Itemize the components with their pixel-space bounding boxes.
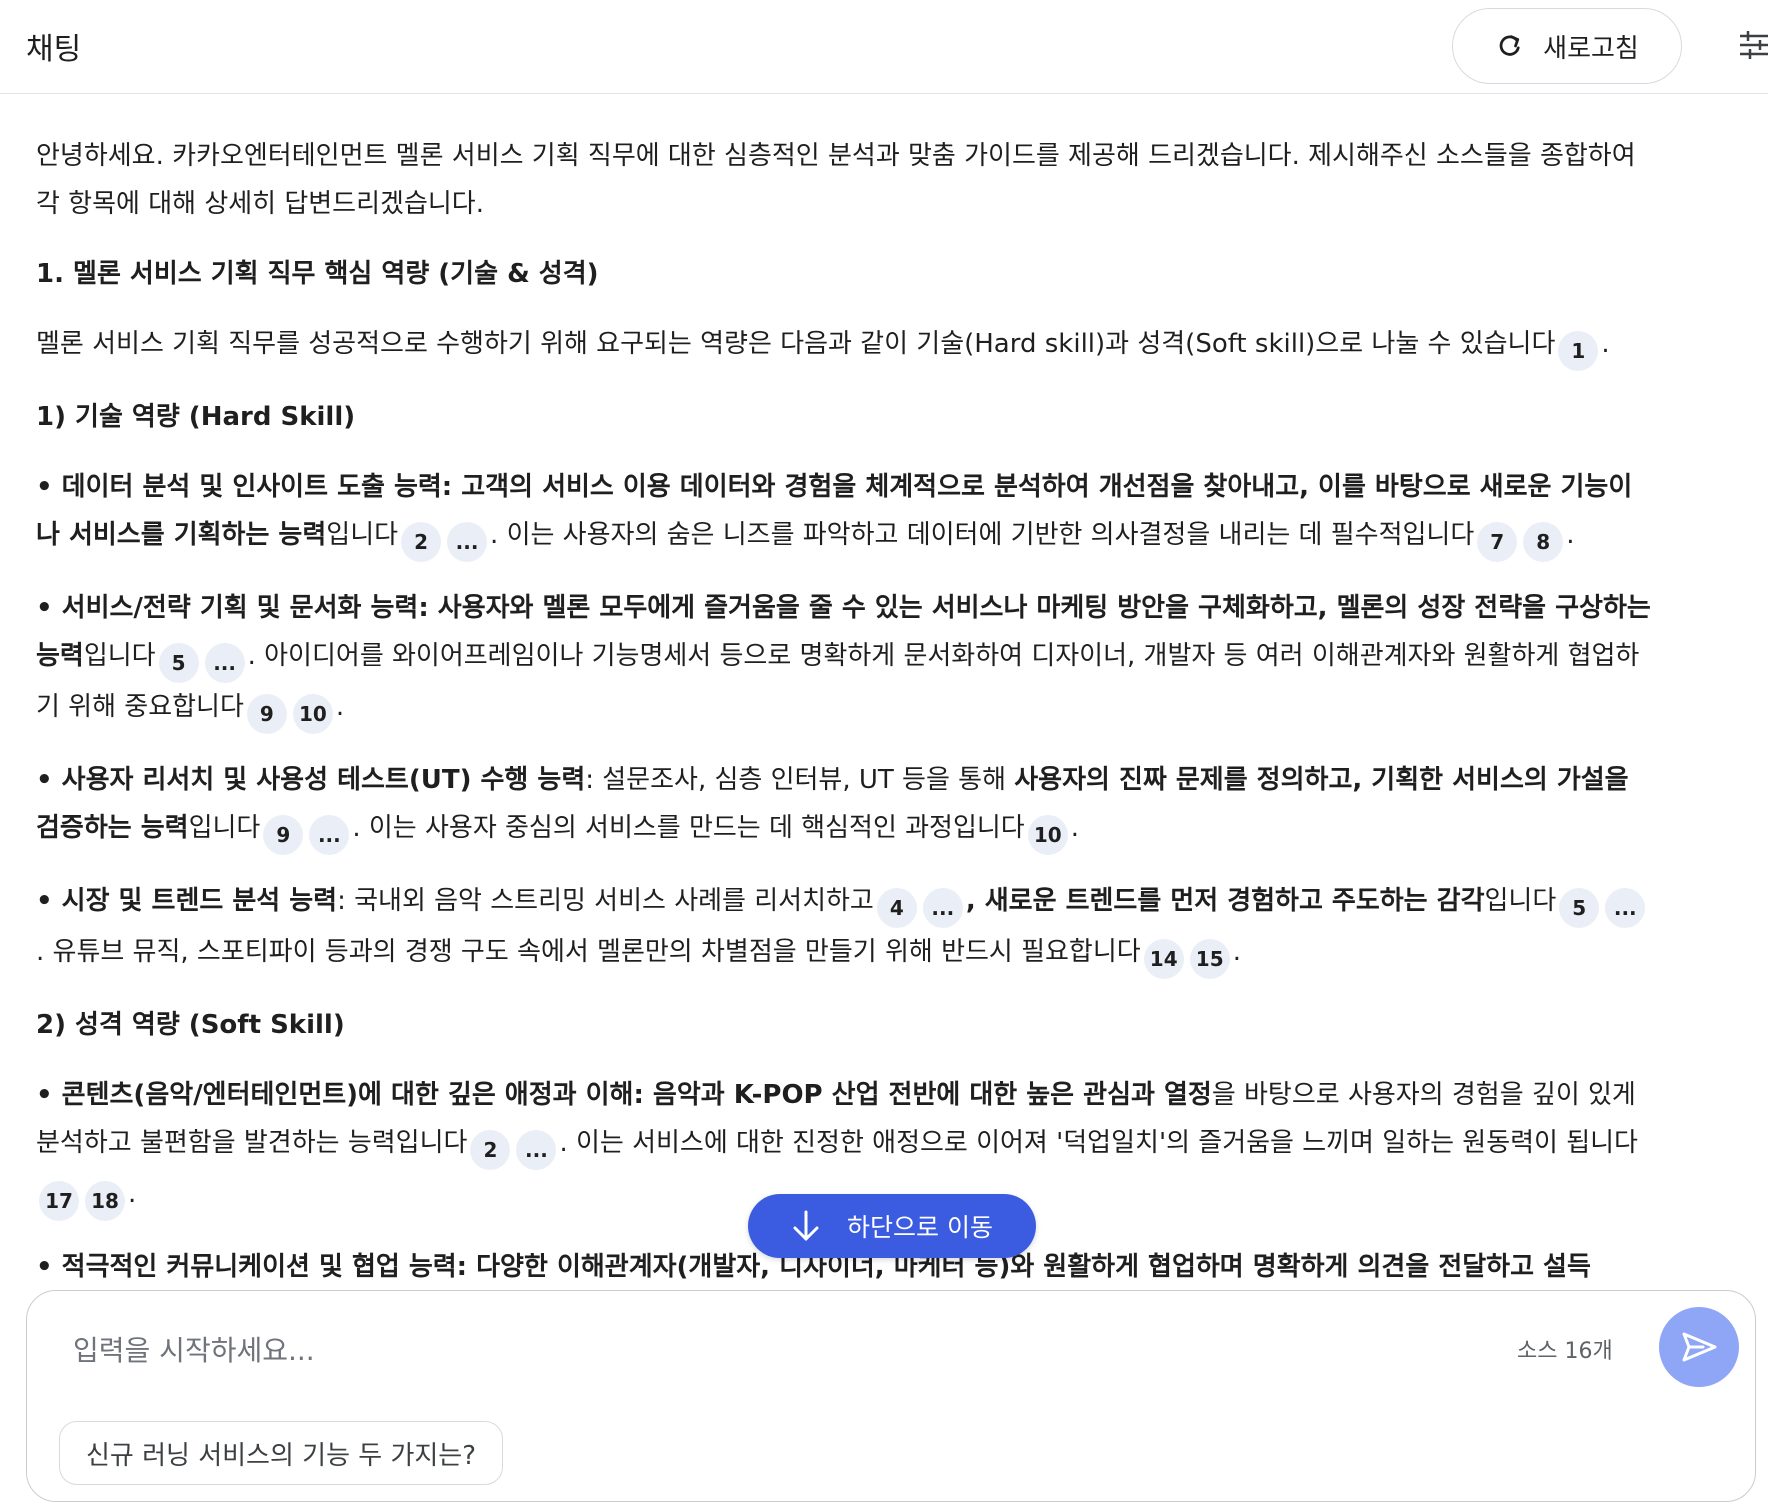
page-title: 채팅 xyxy=(26,32,82,67)
section-heading: 1. 멜론 서비스 기획 직무 핵심 역량 (기술 & 성격) xyxy=(36,259,599,289)
citation-chip[interactable]: 1 xyxy=(1558,331,1599,371)
citation-chip[interactable]: 10 xyxy=(1027,815,1068,855)
settings-sliders-icon[interactable] xyxy=(1738,28,1768,62)
refresh-button[interactable]: 새로고침 xyxy=(1452,8,1682,84)
citation-chip[interactable]: 18 xyxy=(85,1181,125,1221)
citation-more-chip[interactable]: ... xyxy=(447,522,488,562)
text-span: 입니다 xyxy=(188,813,261,843)
citation-chip[interactable]: 7 xyxy=(1477,522,1518,562)
citation-chip[interactable]: 8 xyxy=(1523,522,1564,562)
citation-chip[interactable]: 15 xyxy=(1189,939,1230,979)
refresh-icon xyxy=(1499,35,1520,56)
header: 채팅 새로고침 xyxy=(0,0,1768,94)
send-button[interactable] xyxy=(1659,1307,1739,1387)
subsection-heading: 2) 성격 역량 (Soft Skill) xyxy=(36,1010,345,1040)
citation-chip[interactable]: 4 xyxy=(876,888,917,928)
citation-chip[interactable]: 17 xyxy=(39,1181,79,1221)
text-span: 멜론 서비스 기획 직무를 성공적으로 수행하기 위해 요구되는 역량은 다음과… xyxy=(36,329,1556,359)
jump-to-bottom-label: 하단으로 이동 xyxy=(847,1213,993,1242)
citation-chip[interactable]: 5 xyxy=(1559,888,1600,928)
citation-chip[interactable]: 2 xyxy=(470,1130,511,1170)
bullet-item: • 데이터 분석 및 인사이트 도출 능력: 고객의 서비스 이용 데이터와 경… xyxy=(36,463,1656,562)
text-span: 입니다 xyxy=(1484,886,1557,916)
bullet-item: • 서비스/전략 기획 및 문서화 능력: 사용자와 멜론 모두에게 즐거움을 … xyxy=(36,584,1656,734)
send-icon xyxy=(1682,1332,1717,1362)
citation-more-chip[interactable]: ... xyxy=(516,1130,557,1170)
citation-chip[interactable]: 2 xyxy=(401,522,442,562)
bold-span: , 새로운 트렌드를 먼저 경험하고 주도하는 감각 xyxy=(965,886,1485,916)
source-count: 소스 16개 xyxy=(1517,1339,1613,1364)
citation-more-chip[interactable]: ... xyxy=(922,888,963,928)
bullet-item: • 사용자 리서치 및 사용성 테스트(UT) 수행 능력: 설문조사, 심층 … xyxy=(36,756,1656,855)
text-span: . 이는 사용자의 숨은 니즈를 파악하고 데이터에 기반한 의사결정을 내리는… xyxy=(490,520,1475,550)
suggestion-chip[interactable]: 신규 러닝 서비스의 기능 두 가지는? xyxy=(59,1421,504,1485)
citation-more-chip[interactable]: ... xyxy=(204,643,245,683)
refresh-label: 새로고침 xyxy=(1543,33,1639,64)
chat-input-panel: 입력을 시작하세요... 소스 16개 신규 러닝 서비스의 기능 두 가지는? xyxy=(26,1290,1756,1502)
text-span: : 설문조사, 심층 인터뷰, UT 등을 통해 xyxy=(585,765,1015,795)
jump-to-bottom-button[interactable]: 하단으로 이동 xyxy=(748,1194,1036,1258)
chat-input[interactable]: 입력을 시작하세요... xyxy=(73,1329,315,1369)
text-span: 입니다 xyxy=(83,641,156,671)
text-span: : 국내외 음악 스트리밍 서비스 사례를 리서치하고 xyxy=(337,886,874,916)
citation-chip[interactable]: 5 xyxy=(158,643,199,683)
section-paragraph: 멜론 서비스 기획 직무를 성공적으로 수행하기 위해 요구되는 역량은 다음과… xyxy=(36,320,1656,371)
chat-message-area[interactable]: 안녕하세요. 카카오엔터테인먼트 멜론 서비스 기획 직무에 대한 심층적인 분… xyxy=(0,94,1768,1290)
citation-chip[interactable]: 9 xyxy=(246,694,287,734)
citation-more-chip[interactable]: ... xyxy=(309,815,350,855)
citation-chip[interactable]: 10 xyxy=(292,694,333,734)
text-span: . 유튜브 뮤직, 스포티파이 등과의 경쟁 구도 속에서 멜론만의 차별점을 … xyxy=(36,937,1141,967)
citation-chip[interactable]: 14 xyxy=(1143,939,1184,979)
citation-chip[interactable]: 9 xyxy=(263,815,304,855)
subsection-heading: 1) 기술 역량 (Hard Skill) xyxy=(36,402,356,432)
text-span: 입니다 xyxy=(326,520,399,550)
bold-span: • 사용자 리서치 및 사용성 테스트(UT) 수행 능력 xyxy=(36,765,586,795)
assistant-message: 안녕하세요. 카카오엔터테인먼트 멜론 서비스 기획 직무에 대한 심층적인 분… xyxy=(36,132,1656,1290)
citation-more-chip[interactable]: ... xyxy=(1605,888,1646,928)
arrow-down-icon xyxy=(793,1210,819,1241)
text-span: . 이는 사용자 중심의 서비스를 만드는 데 핵심적인 과정입니다 xyxy=(352,813,1025,843)
text-span: . 이는 서비스에 대한 진정한 애정으로 이어져 '덕업일치'의 즐거움을 느… xyxy=(559,1128,1638,1158)
bold-span: • 시장 및 트렌드 분석 능력 xyxy=(36,886,338,916)
bold-span: • 콘텐츠(음악/엔터테인먼트)에 대한 깊은 애정과 이해: 음악과 K-PO… xyxy=(36,1080,1212,1110)
intro-paragraph: 안녕하세요. 카카오엔터테인먼트 멜론 서비스 기획 직무에 대한 심층적인 분… xyxy=(36,141,1636,219)
bullet-item: • 시장 및 트렌드 분석 능력: 국내외 음악 스트리밍 서비스 사례를 리서… xyxy=(36,877,1656,979)
